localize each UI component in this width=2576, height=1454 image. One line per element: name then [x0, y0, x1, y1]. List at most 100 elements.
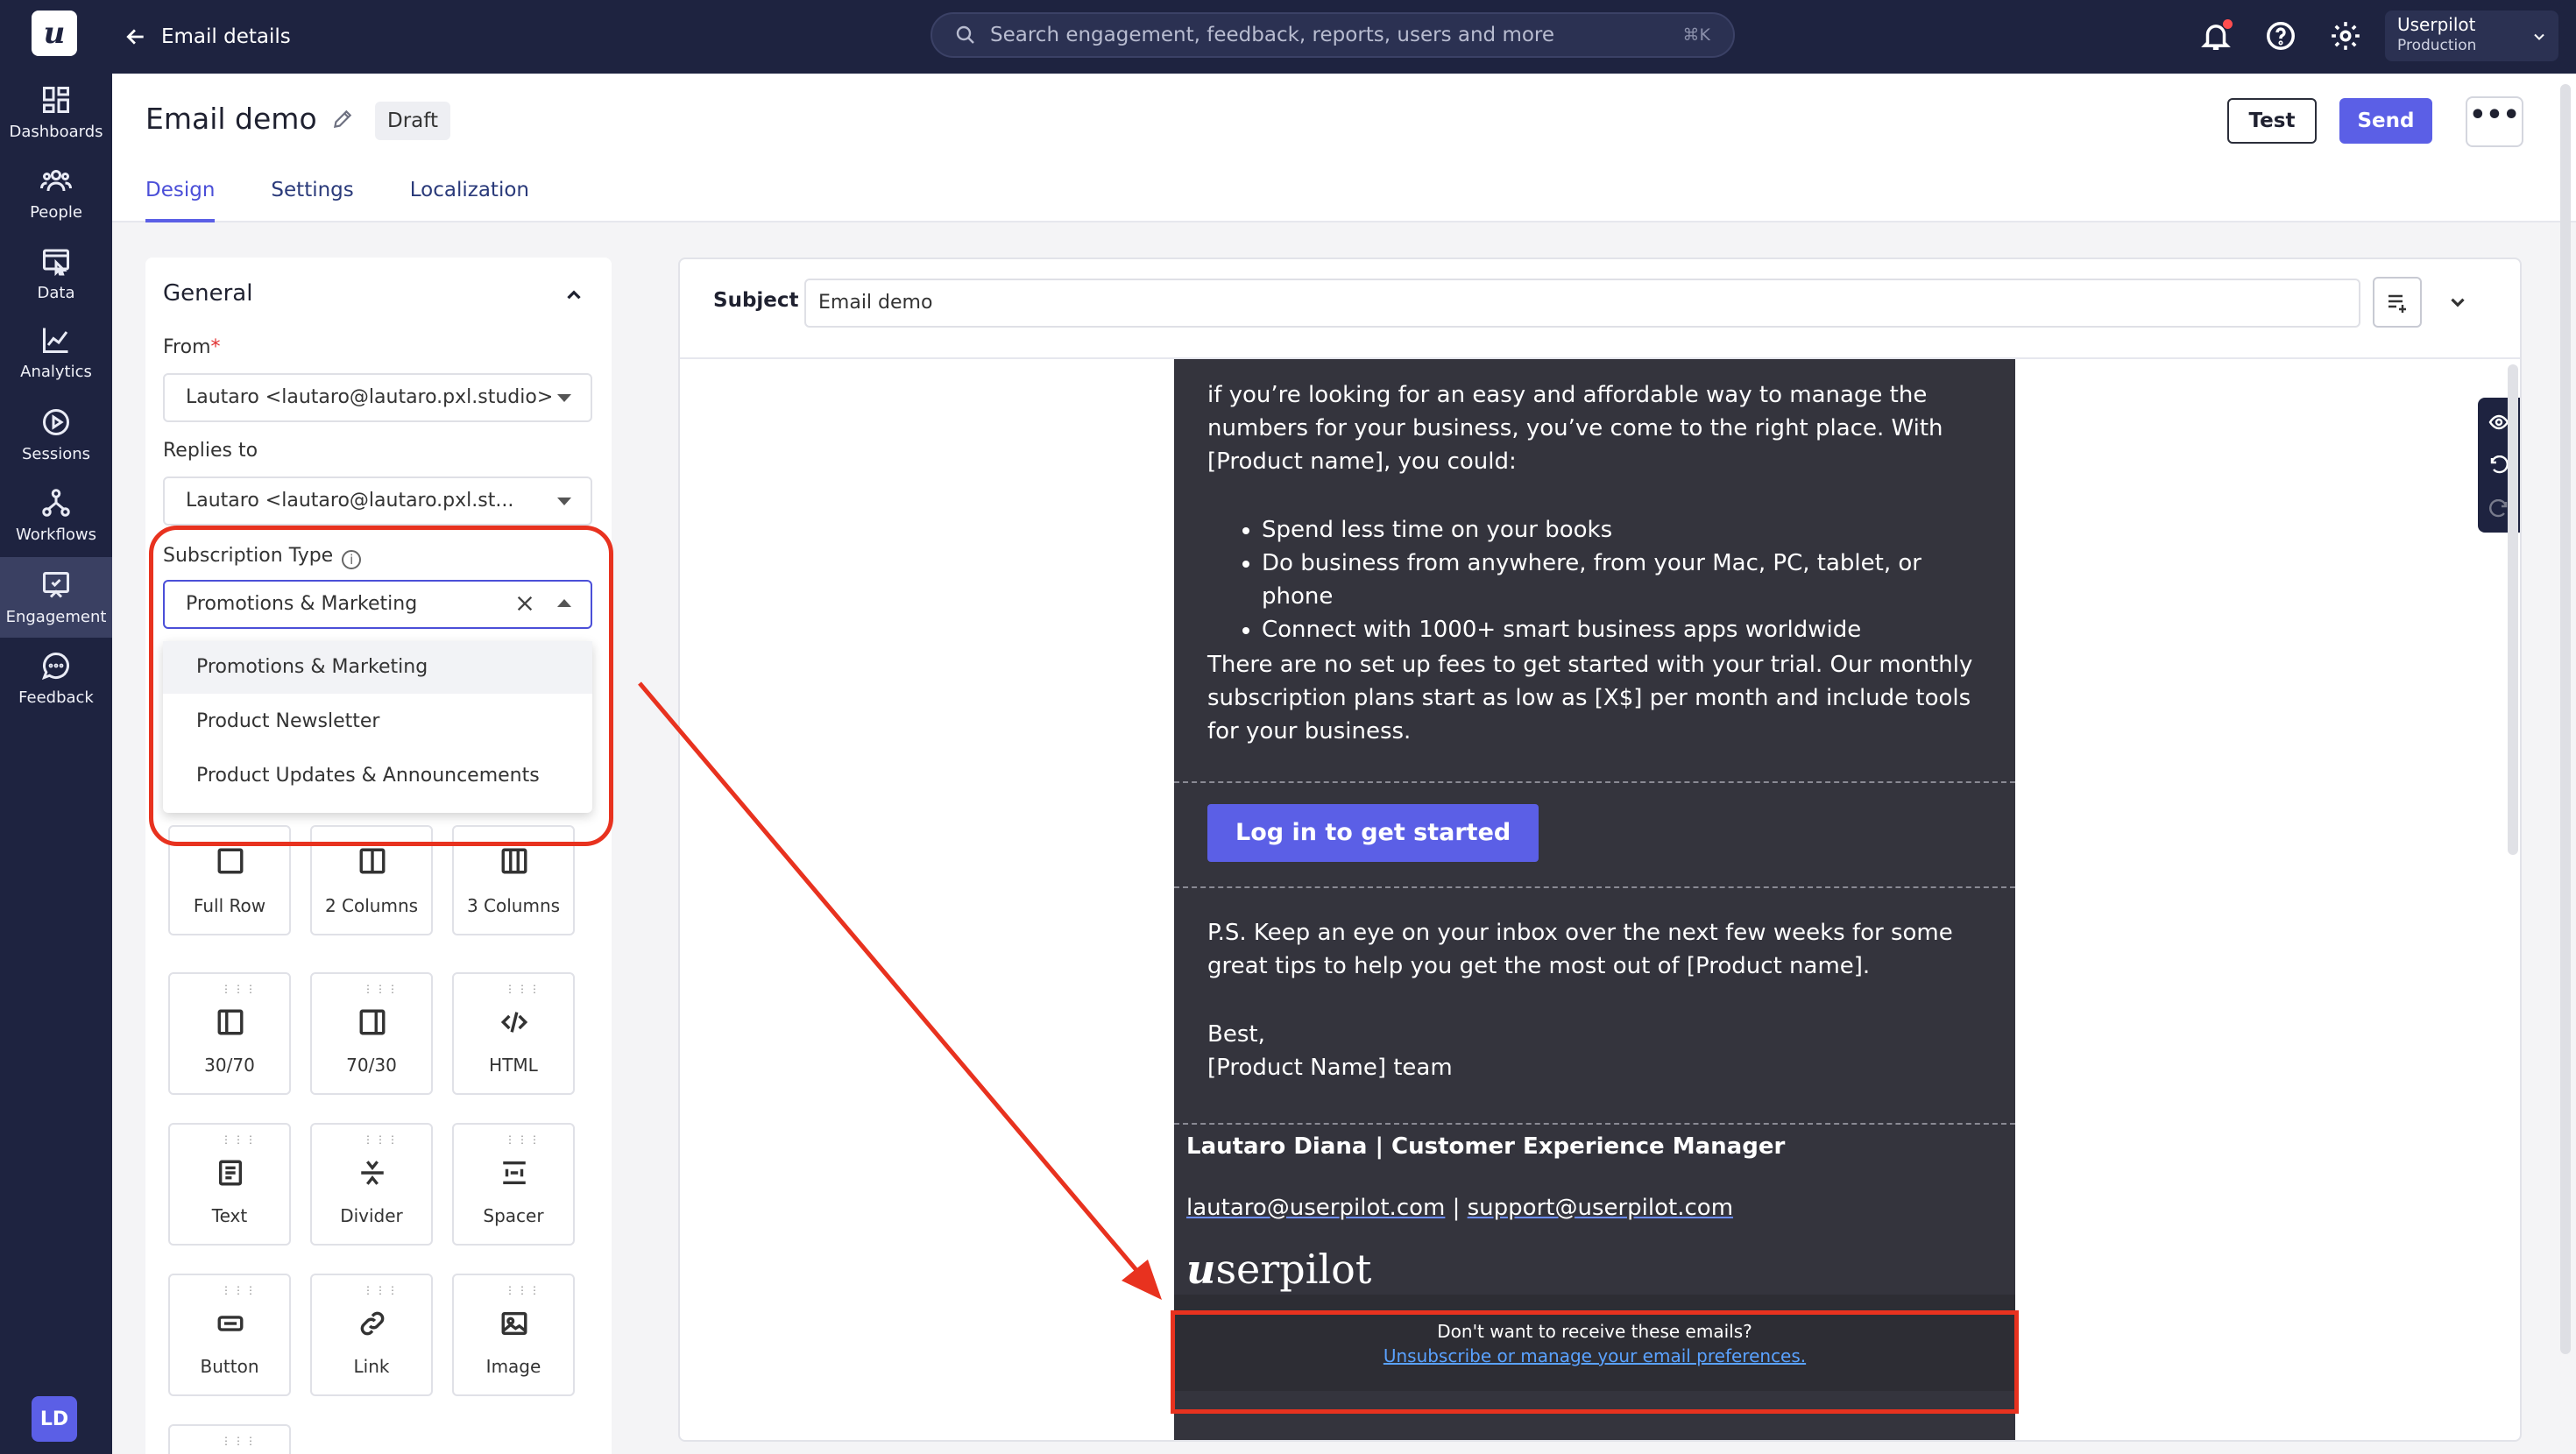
eye-icon[interactable] — [2488, 412, 2509, 433]
global-search[interactable]: Search engagement, feedback, reports, us… — [931, 12, 1735, 58]
drag-handle-icon[interactable]: ⋮⋮⋮ — [221, 1435, 258, 1447]
drag-handle-icon[interactable]: ⋮⋮⋮ — [363, 983, 400, 995]
back-button[interactable]: Email details — [124, 0, 291, 74]
test-button[interactable]: Test — [2227, 98, 2317, 144]
engagement-icon — [43, 571, 69, 598]
caret-down-icon — [557, 394, 571, 402]
tab-design[interactable]: Design — [145, 173, 216, 222]
signature-email-link[interactable]: lautaro@userpilot.com — [1186, 1195, 1445, 1221]
block-label: Spacer — [483, 1205, 544, 1226]
block-label: Image — [485, 1356, 541, 1377]
user-avatar[interactable]: LD — [32, 1396, 77, 1442]
scrollbar-thumb[interactable] — [2508, 364, 2518, 855]
nav-people[interactable]: People — [0, 152, 112, 233]
block-seventy-thirty[interactable]: ⋮⋮⋮ 70/30 — [310, 972, 433, 1095]
from-label: From* — [163, 336, 221, 358]
email-ps: P.S. Keep an eye on your inbox over the … — [1207, 920, 1953, 979]
block-html[interactable]: ⋮⋮⋮ HTML — [452, 972, 575, 1095]
insert-variable-button[interactable] — [2373, 277, 2422, 328]
signature-links: lautaro@userpilot.com | support@userpilo… — [1186, 1195, 1733, 1221]
send-button[interactable]: Send — [2339, 98, 2432, 144]
search-icon — [956, 25, 974, 44]
drag-handle-icon[interactable]: ⋮⋮⋮ — [221, 983, 258, 995]
status-badge: Draft — [375, 102, 450, 140]
canvas-scrollbar[interactable] — [2508, 364, 2518, 1440]
email-team: [Product Name] team — [1207, 1055, 1453, 1081]
drag-handle-icon[interactable]: ⋮⋮⋮ — [221, 1284, 258, 1296]
more-options-button[interactable]: ••• — [2466, 96, 2523, 147]
email-button-block[interactable]: Log in to get started — [1174, 785, 2015, 888]
replies-select[interactable]: Lautaro <lautaro@lautaro.pxl.st... — [163, 476, 592, 526]
block-link[interactable]: ⋮⋮⋮ Link — [310, 1274, 433, 1396]
scrollbar-thumb[interactable] — [2560, 84, 2571, 1354]
undo-icon[interactable] — [2488, 455, 2509, 476]
email-bullets: Spend less time on your books Do busines… — [1207, 513, 1987, 646]
nav-analytics[interactable]: Analytics — [0, 312, 112, 392]
drag-handle-icon[interactable]: ⋮⋮⋮ — [221, 1133, 258, 1146]
settings-button[interactable] — [2329, 19, 2362, 53]
page-title: Email demo — [145, 102, 354, 136]
email-ps-block[interactable]: P.S. Keep an eye on your inbox over the … — [1174, 890, 2015, 1125]
email-text-block[interactable]: if you’re looking for an easy and afford… — [1174, 359, 2015, 783]
tab-localization[interactable]: Localization — [410, 173, 529, 222]
left-nav-rail: u Dashboards People Data Analytics Sessi… — [0, 0, 112, 1454]
block-label: Button — [200, 1356, 259, 1377]
pencil-icon[interactable] — [331, 108, 354, 131]
account-name: Userpilot — [2397, 14, 2476, 35]
block-label: HTML — [489, 1055, 538, 1076]
account-switcher[interactable]: Userpilot Production — [2385, 11, 2558, 61]
html-icon — [500, 1012, 528, 1033]
help-button[interactable] — [2264, 19, 2297, 53]
breadcrumb: Email details — [161, 25, 291, 48]
email-signature-block[interactable]: Lautaro Diana | Customer Experience Mana… — [1174, 1126, 2015, 1293]
from-select[interactable]: Lautaro <lautaro@lautaro.pxl.studio> — [163, 373, 592, 422]
full-row-icon — [217, 848, 244, 874]
block-thirty-seventy[interactable]: ⋮⋮⋮ 30/70 — [168, 972, 291, 1095]
signature-name: Lautaro Diana | Customer Experience Mana… — [1186, 1133, 1786, 1160]
nav-data[interactable]: Data — [0, 233, 112, 314]
drag-handle-icon[interactable]: ⋮⋮⋮ — [363, 1133, 400, 1146]
cta-button[interactable]: Log in to get started — [1207, 804, 1539, 862]
subject-input[interactable]: Email demo — [804, 279, 2360, 328]
drag-handle-icon[interactable]: ⋮⋮⋮ — [505, 1133, 541, 1146]
button-icon — [217, 1316, 244, 1331]
tab-settings[interactable]: Settings — [271, 173, 353, 222]
signature-separator: | — [1445, 1195, 1468, 1221]
dashboard-icon — [43, 86, 69, 113]
block-label: Divider — [340, 1205, 403, 1226]
top-bar: Email details Search engagement, feedbac… — [112, 0, 2576, 74]
userpilot-wordmark: userpilot — [1186, 1246, 1371, 1293]
block-divider[interactable]: ⋮⋮⋮ Divider — [310, 1123, 433, 1246]
block-more[interactable]: ⋮⋮⋮ — [168, 1424, 291, 1454]
block-image[interactable]: ⋮⋮⋮ Image — [452, 1274, 575, 1396]
replies-label: Replies to — [163, 440, 258, 462]
page-scrollbar[interactable] — [2558, 74, 2572, 1454]
drag-handle-icon[interactable]: ⋮⋮⋮ — [363, 1284, 400, 1296]
nav-dashboards[interactable]: Dashboards — [0, 72, 112, 152]
list-item: Connect with 1000+ smart business apps w… — [1262, 613, 1987, 646]
nav-feedback[interactable]: Feedback — [0, 638, 112, 718]
section-title: General — [163, 280, 253, 307]
divider-icon — [361, 1161, 384, 1185]
block-button[interactable]: ⋮⋮⋮ Button — [168, 1274, 291, 1396]
nav-sessions[interactable]: Sessions — [0, 394, 112, 475]
chevron-up-icon[interactable] — [563, 284, 585, 307]
notifications-button[interactable] — [2199, 19, 2233, 53]
feedback-icon — [41, 652, 69, 680]
chevron-down-icon[interactable] — [2446, 291, 2469, 314]
drag-handle-icon[interactable]: ⋮⋮⋮ — [505, 983, 541, 995]
workflows-icon — [42, 488, 70, 517]
drag-handle-icon[interactable]: ⋮⋮⋮ — [505, 1284, 541, 1296]
nav-engagement[interactable]: Engagement — [0, 557, 112, 638]
chevron-down-icon — [2534, 33, 2544, 40]
redo-icon[interactable] — [2488, 499, 2509, 520]
search-shortcut: ⌘K — [1682, 25, 1710, 45]
nav-workflows[interactable]: Workflows — [0, 475, 112, 555]
thirty-seventy-icon — [217, 1009, 244, 1035]
nav-label: Dashboards — [9, 122, 103, 141]
block-text[interactable]: ⋮⋮⋮ Text — [168, 1123, 291, 1246]
support-email-link[interactable]: support@userpilot.com — [1468, 1195, 1733, 1221]
block-spacer[interactable]: ⋮⋮⋮ Spacer — [452, 1123, 575, 1246]
userpilot-logo[interactable]: u — [32, 11, 77, 56]
notification-dot — [2223, 19, 2233, 29]
